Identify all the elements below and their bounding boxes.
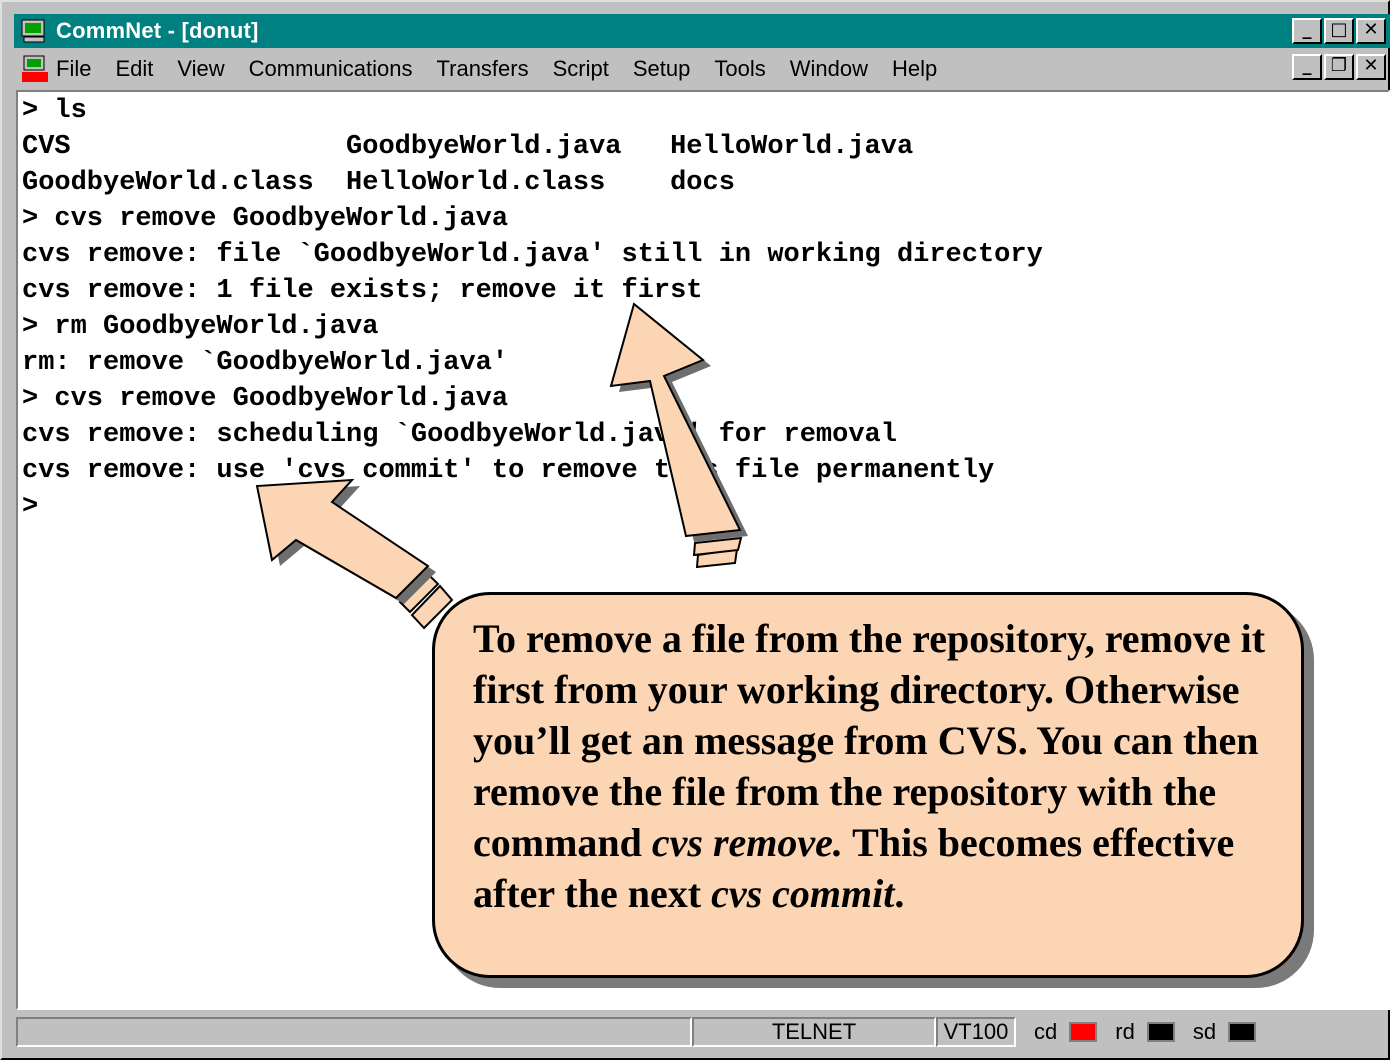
terminal-line: cvs remove: use 'cvs commit' to remove t… [22,456,995,486]
mdi-restore-button[interactable]: ❐ [1324,54,1354,80]
menu-transfers[interactable]: Transfers [437,56,529,82]
terminal-prompt: > [22,492,39,522]
terminal-line: CVS GoodbyeWorld.java HelloWorld.java [22,132,914,162]
telnet-icon[interactable] [20,54,50,84]
mdi-minimize-button[interactable]: _ [1292,54,1322,80]
callout-cmd-remove: cvs remove. [651,820,843,865]
explanation-callout: To remove a file from the repository, re… [432,592,1304,978]
menu-help[interactable]: Help [892,56,937,82]
callout-cmd-commit: cvs commit [711,871,895,916]
terminal-line: rm: remove `GoodbyeWorld.java' [22,348,509,378]
rd-led-indicator [1146,1022,1175,1042]
terminal-line: > rm GoodbyeWorld.java [22,312,379,342]
terminal-line: > cvs remove GoodbyeWorld.java [22,384,509,414]
led-label-sd: sd [1192,1019,1217,1044]
terminal-line: > cvs remove GoodbyeWorld.java [22,204,509,234]
terminal-line: cvs remove: 1 file exists; remove it fir… [22,276,703,306]
status-emulation: VT100 [936,1017,1016,1047]
menu-setup[interactable]: Setup [633,56,691,82]
window-title: CommNet - [donut] [56,18,259,43]
menu-communications[interactable]: Communications [249,56,413,82]
minimize-button[interactable]: _ [1292,18,1322,44]
menu-file[interactable]: File [56,56,91,82]
terminal-line: GoodbyeWorld.class HelloWorld.class docs [22,168,735,198]
close-button[interactable]: ✕ [1356,18,1386,44]
callout-text: To remove a file from the repository, re… [473,613,1275,919]
led-label-cd: cd [1034,1019,1058,1044]
computer-icon [20,18,48,44]
terminal-line: > ls [22,96,87,126]
status-bar: TELNET VT100 cd rd sd [16,1014,1390,1050]
menu-edit[interactable]: Edit [115,56,153,82]
callout-text-end: . [894,871,905,916]
maximize-button[interactable]: □ [1324,18,1354,44]
status-protocol: TELNET [692,1017,936,1047]
led-label-rd: rd [1115,1019,1135,1044]
terminal-line: cvs remove: scheduling `GoodbyeWorld.jav… [22,420,897,450]
sd-led-indicator [1228,1022,1257,1042]
menu-view[interactable]: View [177,56,224,82]
mdi-close-button[interactable]: ✕ [1356,54,1386,80]
terminal-line: cvs remove: file `GoodbyeWorld.java' sti… [22,240,1043,270]
menu-tools[interactable]: Tools [714,56,765,82]
menu-bar: File Edit View Communications Transfers … [14,50,1390,88]
title-bar[interactable]: CommNet - [donut] _ □ ✕ [14,14,1390,48]
menu-script[interactable]: Script [553,56,609,82]
cd-led-indicator [1069,1022,1098,1042]
status-message-pane [16,1017,692,1047]
menu-window[interactable]: Window [790,56,868,82]
